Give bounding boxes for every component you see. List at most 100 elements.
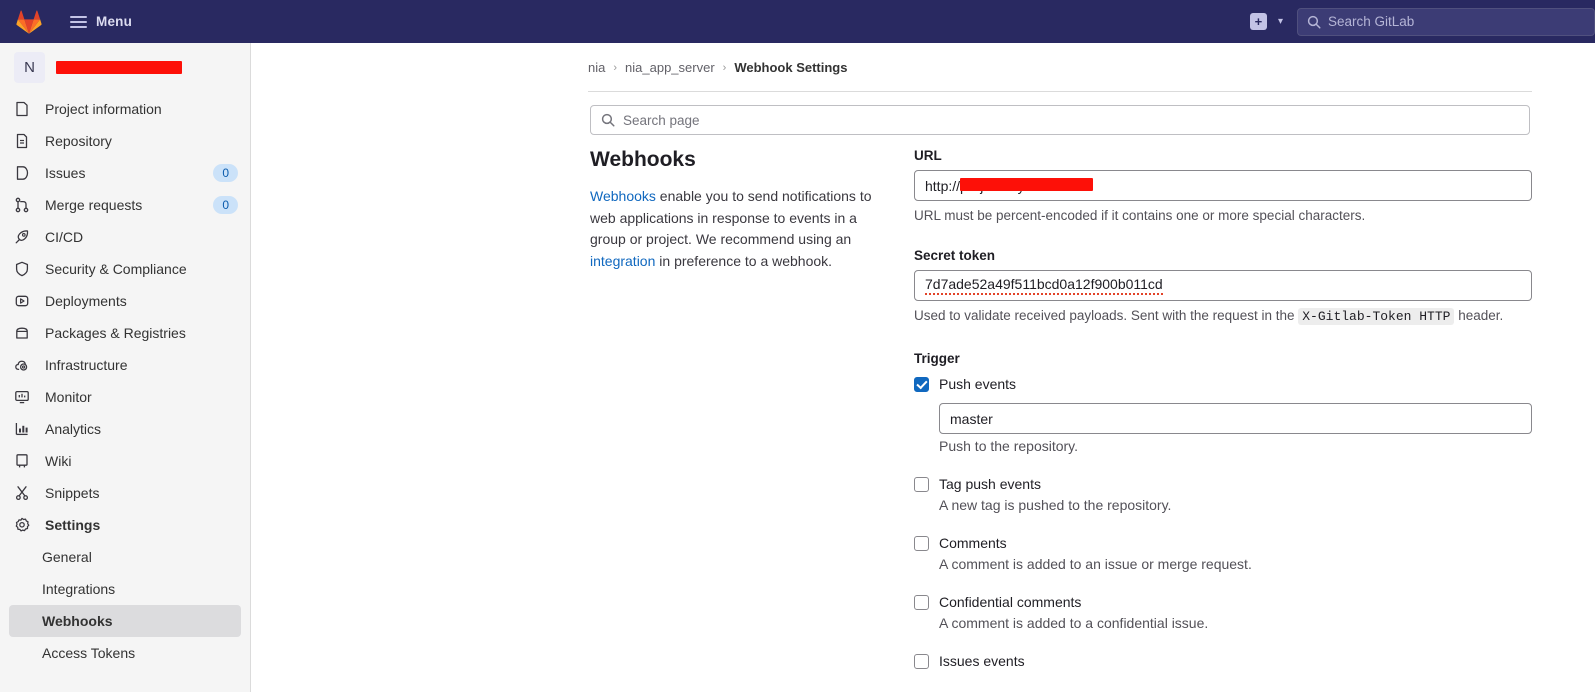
- main-content: nia › nia_app_server › Webhook Settings …: [252, 43, 1595, 692]
- push-events-branch-value: master: [950, 410, 993, 427]
- sidebar-item-integrations[interactable]: Integrations: [0, 573, 250, 605]
- url-input[interactable]: http://project/my-cicd: [914, 170, 1532, 201]
- url-help-text: URL must be percent-encoded if it contai…: [914, 208, 1366, 223]
- push-events-description: Push to the repository.: [939, 438, 1079, 454]
- sidebar-item-label: Packages & Registries: [45, 325, 186, 341]
- sidebar-item-label: Analytics: [45, 421, 102, 437]
- push-events-branch-input[interactable]: master: [939, 403, 1532, 434]
- sidebar-item-label: Repository: [45, 133, 112, 149]
- redaction-bar-url-host: [960, 178, 1093, 191]
- breadcrumb-item-project[interactable]: nia_app_server: [625, 60, 715, 75]
- deployment-icon: [15, 295, 29, 307]
- breadcrumb-divider: [588, 91, 1532, 92]
- webhooks-description-column: Webhooks Webhooks enable you to send not…: [590, 148, 890, 272]
- sidebar-item-label: CI/CD: [45, 229, 84, 245]
- sidebar-item-monitor[interactable]: Monitor: [0, 381, 250, 413]
- webhooks-description: Webhooks enable you to send notification…: [590, 186, 890, 272]
- push-events-label: Push events: [939, 376, 1017, 392]
- sidebar-item-merge-requests[interactable]: Merge requests 0: [0, 189, 250, 221]
- breadcrumb-separator: ›: [613, 61, 618, 74]
- main-menu-button[interactable]: Menu: [70, 14, 132, 29]
- tag-push-events-row: Tag push events: [914, 476, 1534, 493]
- book-open-icon: [16, 454, 28, 468]
- sidebar-item-label: Infrastructure: [45, 357, 128, 373]
- trigger-option-issues-events: Issues events: [914, 653, 1534, 670]
- sidebar-subitem-label: General: [42, 549, 92, 565]
- sidebar-subitem-label: Webhooks: [42, 613, 113, 629]
- sidebar-item-snippets[interactable]: Snippets: [0, 477, 250, 509]
- sidebar-item-label: Project information: [45, 101, 162, 117]
- sidebar-item-issues[interactable]: Issues 0: [0, 157, 250, 189]
- document-icon: [16, 133, 28, 149]
- merge-request-icon: [15, 197, 29, 213]
- push-events-row: Push events: [914, 376, 1534, 393]
- rocket-icon: [15, 230, 29, 244]
- sidebar-item-security-compliance[interactable]: Security & Compliance: [0, 253, 250, 285]
- status-badge: 0: [213, 164, 238, 182]
- push-events-checkbox[interactable]: [914, 377, 929, 392]
- sidebar-item-settings[interactable]: Settings: [0, 509, 250, 541]
- sidebar-item-label: Deployments: [45, 293, 127, 309]
- plus-square-icon[interactable]: +: [1249, 13, 1267, 30]
- chevron-down-icon[interactable]: ▾: [1278, 16, 1283, 27]
- issues-events-label: Issues events: [939, 653, 1025, 669]
- sidebar-item-wiki[interactable]: Wiki: [0, 445, 250, 477]
- sidebar-item-repository[interactable]: Repository: [0, 125, 250, 157]
- sidebar-item-infrastructure[interactable]: Infrastructure: [0, 349, 250, 381]
- secret-token-help-after: header.: [1454, 308, 1504, 323]
- breadcrumb: nia › nia_app_server › Webhook Settings: [252, 43, 1595, 75]
- breadcrumb-separator: ›: [722, 61, 727, 74]
- integration-doc-link[interactable]: integration: [590, 253, 655, 269]
- sidebar-item-analytics[interactable]: Analytics: [0, 413, 250, 445]
- webhook-form-column: URL http://project/my-cicd URL must be p…: [914, 148, 1534, 670]
- package-icon: [16, 327, 28, 339]
- project-name-wrap: [56, 58, 238, 78]
- confidential-comments-row: Confidential comments: [914, 594, 1534, 611]
- navbar-right-group: + ▾ Search GitLab: [1249, 7, 1595, 36]
- comments-row: Comments: [914, 535, 1534, 552]
- breadcrumb-item-group[interactable]: nia: [588, 60, 605, 75]
- secret-token-input[interactable]: 7d7ade52a49f511bcd0a12f900b011cd: [914, 270, 1532, 301]
- sidebar-item-label: Wiki: [45, 453, 72, 469]
- sidebar-item-label: Security & Compliance: [45, 261, 187, 277]
- trigger-option-comments: Comments A comment is added to an issue …: [914, 535, 1534, 574]
- webhooks-doc-link[interactable]: Webhooks: [590, 188, 656, 204]
- avatar: N: [14, 52, 45, 83]
- search-icon: [601, 113, 615, 127]
- sidebar-item-label: Merge requests: [45, 197, 143, 213]
- sidebar-item-label: Settings: [45, 517, 101, 533]
- global-search-input[interactable]: Search GitLab: [1297, 7, 1595, 36]
- sidebar-item-packages-registries[interactable]: Packages & Registries: [0, 317, 250, 349]
- confidential-comments-label: Confidential comments: [939, 594, 1082, 610]
- confidential-comments-checkbox[interactable]: [914, 595, 929, 610]
- trigger-option-confidential-comments: Confidential comments A comment is added…: [914, 594, 1534, 633]
- trigger-option-push-events: Push events master Push to the repositor…: [914, 376, 1534, 456]
- gitlab-logo-icon[interactable]: [14, 7, 44, 37]
- comments-checkbox[interactable]: [914, 536, 929, 551]
- sidebar-item-project-information[interactable]: Project information: [0, 93, 250, 125]
- tag-push-events-description: A new tag is pushed to the repository.: [939, 497, 1172, 513]
- project-sidebar: N Project information Repository Issues …: [0, 43, 251, 692]
- sidebar-item-webhooks[interactable]: Webhooks: [9, 605, 241, 637]
- scissors-icon: [15, 486, 29, 501]
- sidebar-item-ci-cd[interactable]: CI/CD: [0, 221, 250, 253]
- search-page-input[interactable]: Search page: [590, 105, 1530, 135]
- tag-push-events-label: Tag push events: [939, 476, 1041, 492]
- sidebar-subitem-label: Access Tokens: [42, 645, 136, 661]
- sidebar-item-access-tokens[interactable]: Access Tokens: [0, 637, 250, 669]
- sidebar-item-deployments[interactable]: Deployments: [0, 285, 250, 317]
- sidebar-item-label: Snippets: [45, 485, 100, 501]
- project-header[interactable]: N: [0, 43, 250, 91]
- sidebar-subitem-label: Integrations: [42, 581, 116, 597]
- sidebar-item-general[interactable]: General: [0, 541, 250, 573]
- confidential-comments-description: A comment is added to a confidential iss…: [939, 615, 1209, 631]
- issues-events-checkbox[interactable]: [914, 654, 929, 669]
- trigger-label: Trigger: [914, 351, 960, 366]
- search-icon: [1307, 15, 1321, 29]
- comments-description: A comment is added to an issue or merge …: [939, 556, 1252, 572]
- tag-push-events-checkbox[interactable]: [914, 477, 929, 492]
- issue-icon: [16, 166, 29, 180]
- hamburger-icon: [70, 15, 87, 28]
- breadcrumb-current: Webhook Settings: [734, 60, 848, 75]
- page-title: Webhooks: [590, 148, 696, 171]
